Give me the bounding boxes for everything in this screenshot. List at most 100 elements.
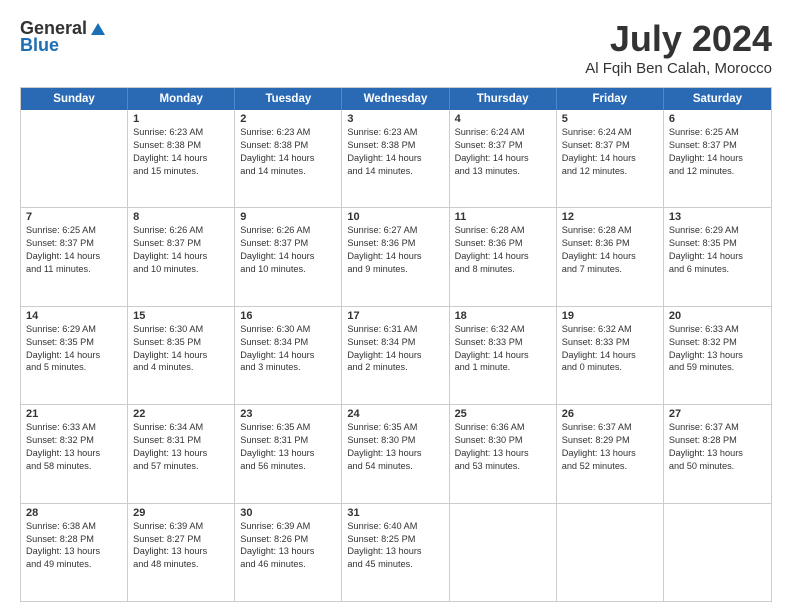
calendar-cell: 26Sunrise: 6:37 AM Sunset: 8:29 PM Dayli… — [557, 405, 664, 502]
day-number: 6 — [669, 113, 766, 125]
calendar-header-cell: Sunday — [21, 88, 128, 110]
calendar-cell — [450, 504, 557, 601]
calendar-cell — [557, 504, 664, 601]
cell-text: Sunrise: 6:32 AM Sunset: 8:33 PM Dayligh… — [562, 323, 658, 375]
calendar-cell: 12Sunrise: 6:28 AM Sunset: 8:36 PM Dayli… — [557, 208, 664, 305]
cell-text: Sunrise: 6:38 AM Sunset: 8:28 PM Dayligh… — [26, 520, 122, 572]
calendar-row: 1Sunrise: 6:23 AM Sunset: 8:38 PM Daylig… — [21, 110, 771, 207]
calendar-cell: 28Sunrise: 6:38 AM Sunset: 8:28 PM Dayli… — [21, 504, 128, 601]
cell-text: Sunrise: 6:35 AM Sunset: 8:30 PM Dayligh… — [347, 421, 443, 473]
day-number: 2 — [240, 113, 336, 125]
day-number: 20 — [669, 310, 766, 322]
calendar-cell: 27Sunrise: 6:37 AM Sunset: 8:28 PM Dayli… — [664, 405, 771, 502]
day-number: 8 — [133, 211, 229, 223]
cell-text: Sunrise: 6:31 AM Sunset: 8:34 PM Dayligh… — [347, 323, 443, 375]
day-number: 23 — [240, 408, 336, 420]
day-number: 3 — [347, 113, 443, 125]
day-number: 11 — [455, 211, 551, 223]
day-number: 24 — [347, 408, 443, 420]
title-block: July 2024 Al Fqih Ben Calah, Morocco — [585, 18, 772, 77]
day-number: 14 — [26, 310, 122, 322]
cell-text: Sunrise: 6:37 AM Sunset: 8:29 PM Dayligh… — [562, 421, 658, 473]
cell-text: Sunrise: 6:25 AM Sunset: 8:37 PM Dayligh… — [669, 126, 766, 178]
title-location: Al Fqih Ben Calah, Morocco — [585, 60, 772, 77]
cell-text: Sunrise: 6:32 AM Sunset: 8:33 PM Dayligh… — [455, 323, 551, 375]
calendar-cell: 21Sunrise: 6:33 AM Sunset: 8:32 PM Dayli… — [21, 405, 128, 502]
calendar-cell: 18Sunrise: 6:32 AM Sunset: 8:33 PM Dayli… — [450, 307, 557, 404]
calendar-cell: 19Sunrise: 6:32 AM Sunset: 8:33 PM Dayli… — [557, 307, 664, 404]
cell-text: Sunrise: 6:23 AM Sunset: 8:38 PM Dayligh… — [133, 126, 229, 178]
cell-text: Sunrise: 6:33 AM Sunset: 8:32 PM Dayligh… — [26, 421, 122, 473]
day-number: 27 — [669, 408, 766, 420]
calendar-cell: 16Sunrise: 6:30 AM Sunset: 8:34 PM Dayli… — [235, 307, 342, 404]
calendar-cell: 3Sunrise: 6:23 AM Sunset: 8:38 PM Daylig… — [342, 110, 449, 207]
calendar-cell: 9Sunrise: 6:26 AM Sunset: 8:37 PM Daylig… — [235, 208, 342, 305]
calendar-cell: 10Sunrise: 6:27 AM Sunset: 8:36 PM Dayli… — [342, 208, 449, 305]
cell-text: Sunrise: 6:36 AM Sunset: 8:30 PM Dayligh… — [455, 421, 551, 473]
calendar-cell: 22Sunrise: 6:34 AM Sunset: 8:31 PM Dayli… — [128, 405, 235, 502]
calendar-cell: 4Sunrise: 6:24 AM Sunset: 8:37 PM Daylig… — [450, 110, 557, 207]
cell-text: Sunrise: 6:29 AM Sunset: 8:35 PM Dayligh… — [669, 224, 766, 276]
cell-text: Sunrise: 6:24 AM Sunset: 8:37 PM Dayligh… — [562, 126, 658, 178]
day-number: 31 — [347, 507, 443, 519]
day-number: 15 — [133, 310, 229, 322]
day-number: 30 — [240, 507, 336, 519]
calendar-row: 7Sunrise: 6:25 AM Sunset: 8:37 PM Daylig… — [21, 207, 771, 305]
calendar-cell — [21, 110, 128, 207]
day-number: 17 — [347, 310, 443, 322]
cell-text: Sunrise: 6:23 AM Sunset: 8:38 PM Dayligh… — [347, 126, 443, 178]
calendar-cell: 15Sunrise: 6:30 AM Sunset: 8:35 PM Dayli… — [128, 307, 235, 404]
calendar-header: SundayMondayTuesdayWednesdayThursdayFrid… — [21, 88, 771, 110]
calendar-cell: 8Sunrise: 6:26 AM Sunset: 8:37 PM Daylig… — [128, 208, 235, 305]
calendar-cell: 1Sunrise: 6:23 AM Sunset: 8:38 PM Daylig… — [128, 110, 235, 207]
title-month: July 2024 — [585, 18, 772, 60]
calendar-cell: 20Sunrise: 6:33 AM Sunset: 8:32 PM Dayli… — [664, 307, 771, 404]
calendar-cell: 24Sunrise: 6:35 AM Sunset: 8:30 PM Dayli… — [342, 405, 449, 502]
calendar-cell: 23Sunrise: 6:35 AM Sunset: 8:31 PM Dayli… — [235, 405, 342, 502]
page: General Blue July 2024 Al Fqih Ben Calah… — [0, 0, 792, 612]
day-number: 26 — [562, 408, 658, 420]
day-number: 28 — [26, 507, 122, 519]
calendar-cell: 17Sunrise: 6:31 AM Sunset: 8:34 PM Dayli… — [342, 307, 449, 404]
calendar-cell: 13Sunrise: 6:29 AM Sunset: 8:35 PM Dayli… — [664, 208, 771, 305]
calendar-cell: 7Sunrise: 6:25 AM Sunset: 8:37 PM Daylig… — [21, 208, 128, 305]
cell-text: Sunrise: 6:29 AM Sunset: 8:35 PM Dayligh… — [26, 323, 122, 375]
calendar-header-cell: Thursday — [450, 88, 557, 110]
calendar-cell: 6Sunrise: 6:25 AM Sunset: 8:37 PM Daylig… — [664, 110, 771, 207]
calendar: SundayMondayTuesdayWednesdayThursdayFrid… — [20, 87, 772, 602]
cell-text: Sunrise: 6:30 AM Sunset: 8:35 PM Dayligh… — [133, 323, 229, 375]
cell-text: Sunrise: 6:39 AM Sunset: 8:26 PM Dayligh… — [240, 520, 336, 572]
calendar-cell: 5Sunrise: 6:24 AM Sunset: 8:37 PM Daylig… — [557, 110, 664, 207]
cell-text: Sunrise: 6:24 AM Sunset: 8:37 PM Dayligh… — [455, 126, 551, 178]
day-number: 4 — [455, 113, 551, 125]
calendar-cell: 30Sunrise: 6:39 AM Sunset: 8:26 PM Dayli… — [235, 504, 342, 601]
cell-text: Sunrise: 6:26 AM Sunset: 8:37 PM Dayligh… — [133, 224, 229, 276]
day-number: 22 — [133, 408, 229, 420]
day-number: 1 — [133, 113, 229, 125]
calendar-cell: 25Sunrise: 6:36 AM Sunset: 8:30 PM Dayli… — [450, 405, 557, 502]
cell-text: Sunrise: 6:25 AM Sunset: 8:37 PM Dayligh… — [26, 224, 122, 276]
cell-text: Sunrise: 6:35 AM Sunset: 8:31 PM Dayligh… — [240, 421, 336, 473]
cell-text: Sunrise: 6:28 AM Sunset: 8:36 PM Dayligh… — [562, 224, 658, 276]
calendar-cell: 2Sunrise: 6:23 AM Sunset: 8:38 PM Daylig… — [235, 110, 342, 207]
day-number: 19 — [562, 310, 658, 322]
day-number: 5 — [562, 113, 658, 125]
cell-text: Sunrise: 6:27 AM Sunset: 8:36 PM Dayligh… — [347, 224, 443, 276]
calendar-header-cell: Saturday — [664, 88, 771, 110]
calendar-header-cell: Monday — [128, 88, 235, 110]
header: General Blue July 2024 Al Fqih Ben Calah… — [20, 18, 772, 77]
calendar-cell: 29Sunrise: 6:39 AM Sunset: 8:27 PM Dayli… — [128, 504, 235, 601]
cell-text: Sunrise: 6:23 AM Sunset: 8:38 PM Dayligh… — [240, 126, 336, 178]
day-number: 13 — [669, 211, 766, 223]
cell-text: Sunrise: 6:37 AM Sunset: 8:28 PM Dayligh… — [669, 421, 766, 473]
cell-text: Sunrise: 6:26 AM Sunset: 8:37 PM Dayligh… — [240, 224, 336, 276]
calendar-cell: 31Sunrise: 6:40 AM Sunset: 8:25 PM Dayli… — [342, 504, 449, 601]
logo-blue: Blue — [20, 35, 59, 56]
calendar-cell — [664, 504, 771, 601]
cell-text: Sunrise: 6:33 AM Sunset: 8:32 PM Dayligh… — [669, 323, 766, 375]
day-number: 29 — [133, 507, 229, 519]
day-number: 12 — [562, 211, 658, 223]
calendar-cell: 11Sunrise: 6:28 AM Sunset: 8:36 PM Dayli… — [450, 208, 557, 305]
calendar-header-cell: Friday — [557, 88, 664, 110]
cell-text: Sunrise: 6:30 AM Sunset: 8:34 PM Dayligh… — [240, 323, 336, 375]
